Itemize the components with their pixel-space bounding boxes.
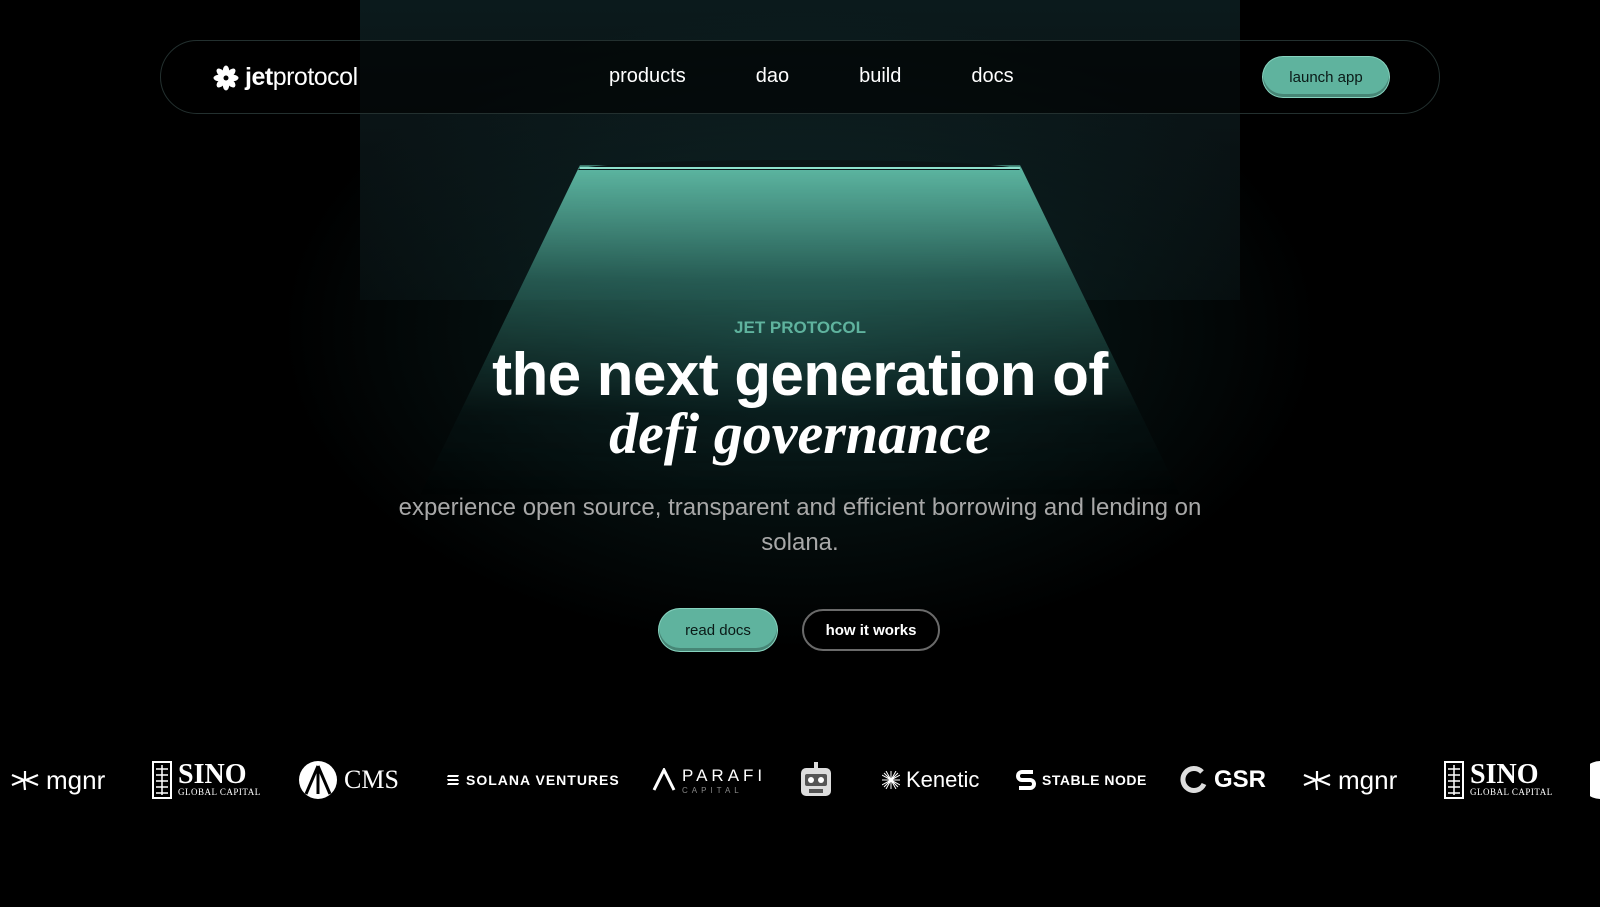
logo[interactable]: jetprotocol [213, 63, 358, 92]
sino-sublabel: GLOBAL CAPITAL [1470, 787, 1553, 797]
cms-label: CMS [344, 765, 399, 794]
nav-link-build[interactable]: build [859, 65, 901, 88]
jet-logo-icon [213, 65, 239, 90]
sino-label: SINO [1470, 759, 1539, 790]
sino-seal-icon [152, 761, 172, 799]
gsr-logo-icon [1180, 766, 1207, 793]
partner-sino-repeat: SINO GLOBAL CAPITAL [1444, 755, 1553, 805]
nav-link-dao[interactable]: dao [756, 65, 789, 88]
partner-gsr: GSR [1178, 755, 1266, 805]
hero-title-line1: the next generation of [492, 341, 1108, 408]
partner-parafi: PARAFI CAPITAL [652, 755, 766, 805]
nav-link-docs[interactable]: docs [971, 65, 1013, 88]
light-fixture-edge [580, 167, 1020, 169]
mgnr-dragonfly-icon [1303, 771, 1331, 791]
solana-icon [447, 775, 459, 785]
how-it-works-button[interactable]: how it works [802, 609, 940, 651]
nav-link-products[interactable]: products [609, 65, 686, 88]
read-docs-button[interactable]: read docs [659, 609, 777, 651]
sino-sublabel: GLOBAL CAPITAL [178, 787, 261, 797]
parafi-label: PARAFI [682, 765, 767, 785]
hero-eyebrow: JET PROTOCOL [734, 318, 866, 337]
top-navbar: jetprotocol products dao build docs laun… [160, 40, 1440, 114]
partner-sino: SINO GLOBAL CAPITAL [152, 755, 261, 805]
mgnr-dragonfly-icon [11, 771, 39, 791]
partner-cms: CMS [298, 755, 399, 805]
mgnr-label: mgnr [46, 764, 106, 795]
launch-app-button[interactable]: launch app [1263, 57, 1389, 97]
partner-mgnr-repeat: mgnr [1302, 755, 1397, 805]
cms-logo-icon [1590, 761, 1600, 799]
partner-mgnr: mgnr [10, 755, 105, 805]
logo-text: jetprotocol [245, 63, 358, 91]
parafi-logo-icon [652, 768, 676, 791]
partner-cms-repeat [1590, 755, 1600, 805]
solana-ventures-label: SOLANA VENTURES [466, 772, 620, 788]
parafi-sublabel: CAPITAL [682, 785, 743, 795]
partner-solana-ventures: SOLANA VENTURES [446, 755, 620, 805]
partner-robot [797, 755, 835, 805]
mgnr-label: mgnr [1338, 764, 1398, 795]
cms-logo-icon [299, 761, 337, 799]
kenetic-label: Kenetic [906, 767, 980, 792]
stable-node-icon [1016, 770, 1036, 790]
stable-node-label: STABLE NODE [1042, 772, 1147, 788]
partner-stable-node: STABLE NODE [1016, 755, 1147, 805]
sino-seal-icon [1444, 761, 1464, 799]
nav-links: products dao build docs [609, 65, 1084, 88]
sino-label: SINO [178, 759, 247, 790]
partner-kenetic: Kenetic [882, 755, 979, 805]
gsr-label: GSR [1214, 766, 1267, 793]
hero-subtitle: experience open source, transparent and … [398, 494, 1202, 556]
hero-title-line2: defi governance [609, 401, 991, 466]
kenetic-burst-icon [882, 771, 900, 789]
robot-logo-icon [801, 762, 831, 796]
partner-logos-strip: mgnr SINO GLOBAL CAPITAL CMS SOLANA VENT… [0, 755, 1600, 805]
